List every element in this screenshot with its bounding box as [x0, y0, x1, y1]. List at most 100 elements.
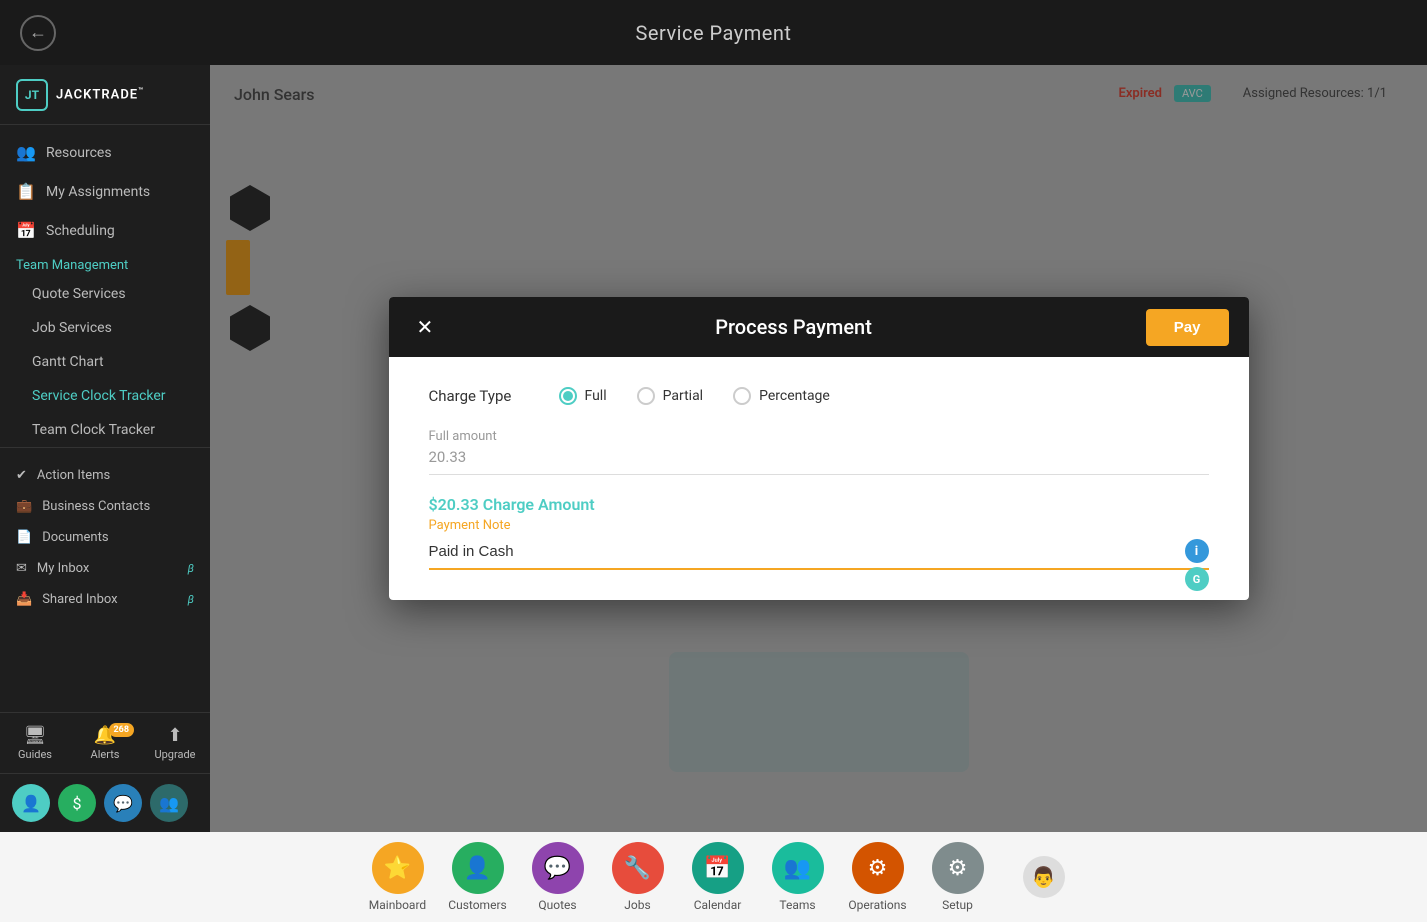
sidebar-item-shared-inbox[interactable]: 📥 Shared Inbox β — [0, 584, 210, 615]
full-amount-value: 20.33 — [429, 448, 1209, 475]
setup-icon: ⚙ — [932, 842, 984, 894]
upgrade-icon: ⬆ — [167, 725, 182, 746]
charge-type-row: Charge Type Full Partial Percentage — [429, 387, 1209, 405]
modal-overlay: ✕ Process Payment Pay Charge Type Full — [210, 65, 1427, 832]
customers-label: Customers — [448, 898, 506, 912]
sidebar-item-job-services[interactable]: Job Services — [0, 311, 210, 345]
info-icon[interactable]: i — [1185, 539, 1209, 563]
charge-type-partial[interactable]: Partial — [637, 387, 703, 405]
nav-mainboard[interactable]: ⭐ Mainboard — [363, 842, 433, 912]
business-contacts-icon: 💼 — [16, 499, 32, 514]
upgrade-button[interactable]: ⬆ Upgrade — [140, 721, 210, 765]
user-avatar[interactable]: 👨 — [1023, 856, 1065, 898]
sidebar-item-scheduling[interactable]: 📅 Scheduling — [0, 211, 210, 250]
teams-icon: 👥 — [772, 842, 824, 894]
scheduling-icon: 📅 — [16, 221, 36, 240]
charge-type-percentage[interactable]: Percentage — [733, 387, 830, 405]
payment-note-row: i G — [429, 539, 1209, 570]
calendar-icon: 📅 — [692, 842, 744, 894]
sidebar-footer-icons: 👤 $ 💬 👥 — [0, 773, 210, 832]
nav-calendar[interactable]: 📅 Calendar — [683, 842, 753, 912]
sidebar-item-business-contacts[interactable]: 💼 Business Contacts — [0, 491, 210, 522]
top-header: ← Service Payment — [0, 0, 1427, 65]
teams-label: Teams — [779, 898, 815, 912]
quotes-label: Quotes — [538, 898, 576, 912]
radio-partial-label: Partial — [663, 388, 703, 404]
sidebar-bottom: ✔ Action Items 💼 Business Contacts 📄 Doc… — [0, 447, 210, 627]
calendar-label: Calendar — [694, 898, 742, 912]
setup-label: Setup — [942, 898, 973, 912]
grammar-icon[interactable]: G — [1185, 567, 1209, 591]
sidebar-item-resources[interactable]: 👥 Resources — [0, 133, 210, 172]
nav-setup[interactable]: ⚙ Setup — [923, 842, 993, 912]
radio-full-label: Full — [585, 388, 607, 404]
radio-percentage-label: Percentage — [759, 388, 830, 404]
full-amount-section: Full amount 20.33 — [429, 429, 1209, 475]
logo-icon: JT — [16, 79, 48, 111]
resources-icon: 👥 — [16, 143, 36, 162]
team-footer-icon[interactable]: 👥 — [150, 784, 188, 822]
bottom-nav: ⭐ Mainboard 👤 Customers 💬 Quotes 🔧 Jobs … — [0, 832, 1427, 922]
modal-title: Process Payment — [441, 315, 1146, 339]
modal-body: Charge Type Full Partial Percentage — [389, 357, 1249, 600]
sidebar-item-my-assignments[interactable]: 📋 My Assignments — [0, 172, 210, 211]
radio-full-circle — [559, 387, 577, 405]
page-title: Service Payment — [636, 21, 792, 45]
team-management-header: Team Management — [0, 250, 210, 277]
nav-quotes[interactable]: 💬 Quotes — [523, 842, 593, 912]
dollar-icon[interactable]: $ — [58, 784, 96, 822]
payment-note-input[interactable] — [429, 539, 1209, 570]
user-profile-icon[interactable]: 👤 — [12, 784, 50, 822]
sidebar-item-my-inbox[interactable]: ✉ My Inbox β — [0, 553, 210, 584]
process-payment-modal: ✕ Process Payment Pay Charge Type Full — [389, 297, 1249, 600]
sidebar: JT JACKTRADE™ 👥 Resources 📋 My Assignmen… — [0, 65, 210, 832]
sidebar-item-documents[interactable]: 📄 Documents — [0, 522, 210, 553]
sidebar-item-quote-services[interactable]: Quote Services — [0, 277, 210, 311]
mainboard-icon: ⭐ — [372, 842, 424, 894]
sidebar-item-gantt-chart[interactable]: Gantt Chart — [0, 345, 210, 379]
sidebar-item-team-clock-tracker[interactable]: Team Clock Tracker — [0, 413, 210, 447]
charge-type-label: Charge Type — [429, 387, 529, 405]
charge-type-full[interactable]: Full — [559, 387, 607, 405]
assignments-icon: 📋 — [16, 182, 36, 201]
full-amount-label: Full amount — [429, 429, 1209, 444]
modal-close-button[interactable]: ✕ — [409, 311, 442, 344]
nav-customers[interactable]: 👤 Customers — [443, 842, 513, 912]
chat-icon[interactable]: 💬 — [104, 784, 142, 822]
payment-note-label: Payment Note — [429, 518, 1209, 533]
guides-icon: 🖥 — [24, 725, 47, 746]
radio-percentage-circle — [733, 387, 751, 405]
sidebar-logo: JT JACKTRADE™ — [0, 65, 210, 125]
shared-inbox-beta: β — [188, 593, 194, 606]
nav-operations[interactable]: ⚙ Operations — [843, 842, 913, 912]
my-inbox-icon: ✉ — [16, 561, 27, 576]
operations-icon: ⚙ — [852, 842, 904, 894]
customers-icon: 👤 — [452, 842, 504, 894]
mainboard-label: Mainboard — [369, 898, 426, 912]
operations-label: Operations — [848, 898, 906, 912]
sidebar-item-service-clock-tracker[interactable]: Service Clock Tracker — [0, 379, 210, 413]
modal-header: ✕ Process Payment Pay — [389, 297, 1249, 357]
alerts-button[interactable]: 🔔 Alerts 268 — [70, 721, 140, 765]
my-inbox-beta: β — [188, 562, 194, 575]
shared-inbox-icon: 📥 — [16, 592, 32, 607]
radio-partial-circle — [637, 387, 655, 405]
guides-button[interactable]: 🖥 Guides — [0, 721, 70, 765]
content-area: John Sears Expired AVC Assigned Resource… — [210, 65, 1427, 832]
back-button[interactable]: ← — [20, 15, 56, 51]
sidebar-item-action-items[interactable]: ✔ Action Items — [0, 460, 210, 491]
sidebar-nav: 👥 Resources 📋 My Assignments 📅 Schedulin… — [0, 125, 210, 712]
main-layout: JT JACKTRADE™ 👥 Resources 📋 My Assignmen… — [0, 65, 1427, 832]
nav-jobs[interactable]: 🔧 Jobs — [603, 842, 673, 912]
action-items-icon: ✔ — [16, 468, 27, 483]
alerts-badge: 268 — [109, 723, 135, 737]
pay-button[interactable]: Pay — [1146, 309, 1229, 346]
jobs-label: Jobs — [624, 898, 650, 912]
logo-text: JACKTRADE™ — [56, 86, 144, 102]
charge-amount-text: $20.33 Charge Amount — [429, 495, 1209, 514]
nav-teams[interactable]: 👥 Teams — [763, 842, 833, 912]
note-icons: i G — [1185, 539, 1209, 591]
quotes-icon: 💬 — [532, 842, 584, 894]
documents-icon: 📄 — [16, 530, 32, 545]
sidebar-footer-actions: 🖥 Guides 🔔 Alerts 268 ⬆ Upgrade — [0, 712, 210, 773]
